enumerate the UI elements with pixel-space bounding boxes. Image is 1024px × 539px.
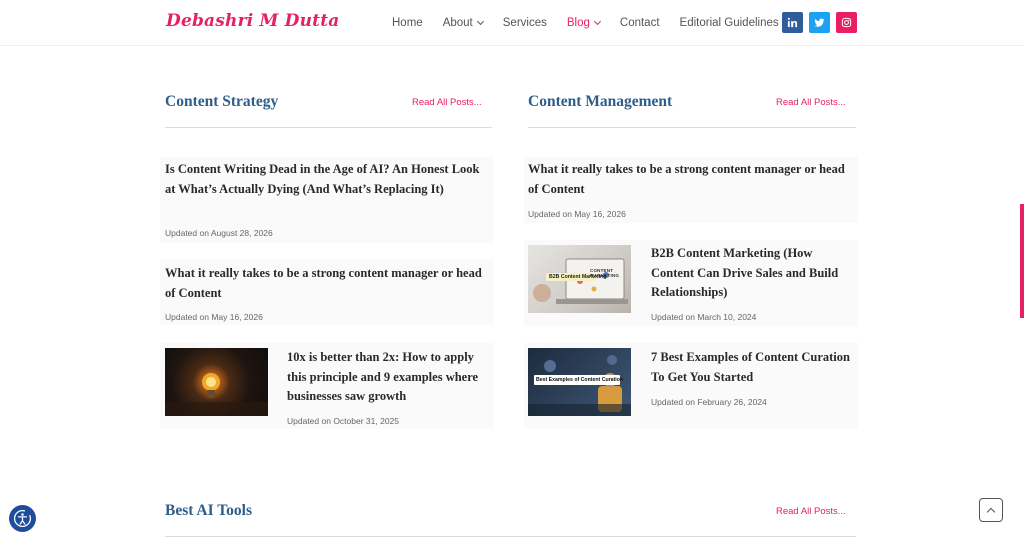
post-date: Updated on October 31, 2025 <box>287 416 399 426</box>
post-title-link[interactable]: 7 Best Examples of Content Curation To G… <box>651 348 856 387</box>
site-logo[interactable]: Debashri M Dutta <box>166 11 339 31</box>
chevron-down-icon <box>476 17 484 26</box>
nav-label: About <box>442 17 473 29</box>
lightbulb-image <box>165 373 268 416</box>
post-title-link[interactable]: 10x is better than 2x: How to apply this… <box>287 348 492 407</box>
section-divider <box>165 127 492 128</box>
nav-label: Blog <box>566 17 590 29</box>
scroll-to-top-button[interactable] <box>979 498 1003 522</box>
instagram-icon <box>841 17 852 28</box>
twitter-button[interactable] <box>809 12 830 33</box>
section-divider <box>165 536 856 537</box>
site-header: Debashri M Dutta Home About Services Blo… <box>0 0 1024 46</box>
post-date: Updated on May 16, 2026 <box>165 312 263 322</box>
post-title-link[interactable]: B2B Content Marketing (How Content Can D… <box>651 244 856 303</box>
main-nav: Home About Services Blog Contact Editori… <box>392 0 799 46</box>
nav-item-services[interactable]: Services <box>503 17 547 29</box>
post-date: Updated on August 28, 2026 <box>165 228 273 238</box>
scroll-progress-bar <box>1020 204 1024 318</box>
post-title-link[interactable]: Is Content Writing Dead in the Age of AI… <box>165 160 490 199</box>
nav-item-blog[interactable]: Blog <box>566 17 601 29</box>
post-title-link[interactable]: What it really takes to be a strong cont… <box>528 160 853 199</box>
instagram-button[interactable] <box>836 12 857 33</box>
thumb-caption: B2B Content Marketing <box>549 274 607 280</box>
post-thumbnail-lightbulb[interactable] <box>165 348 268 416</box>
accessibility-button[interactable] <box>9 505 36 532</box>
nav-item-contact[interactable]: Contact <box>620 17 660 29</box>
nav-item-home[interactable]: Home <box>392 17 423 29</box>
nav-label: Contact <box>619 17 660 29</box>
post-thumbnail-curation[interactable]: Best Examples of Content Curation <box>528 348 631 416</box>
twitter-icon <box>814 18 825 27</box>
nav-item-editorial-guidelines[interactable]: Editorial Guidelines <box>680 17 779 29</box>
post-date: Updated on February 26, 2024 <box>651 397 767 407</box>
nav-label: Editorial Guidelines <box>679 17 779 29</box>
chevron-down-icon <box>593 17 601 26</box>
post-date: Updated on May 16, 2026 <box>528 209 626 219</box>
chevron-up-icon <box>986 507 996 516</box>
nav-label: Services <box>502 17 547 29</box>
post-title-link[interactable]: What it really takes to be a strong cont… <box>165 264 490 303</box>
section-title-best-ai-tools: Best AI Tools <box>165 502 253 519</box>
accessibility-icon <box>13 509 32 528</box>
nav-item-about[interactable]: About <box>442 17 484 29</box>
post-date: Updated on March 10, 2024 <box>651 312 757 322</box>
nav-label: Home <box>392 17 423 29</box>
section-title-content-strategy: Content Strategy <box>165 93 279 110</box>
read-all-posts-link[interactable]: Read All Posts... <box>776 506 846 517</box>
linkedin-icon <box>787 17 798 28</box>
section-title-content-management: Content Management <box>528 93 673 110</box>
section-divider <box>528 127 856 128</box>
linkedin-button[interactable] <box>782 12 803 33</box>
read-all-posts-link[interactable]: Read All Posts... <box>412 97 482 108</box>
read-all-posts-link[interactable]: Read All Posts... <box>776 97 846 108</box>
post-thumbnail-b2b[interactable]: CONTENT MARKETING B2B Content Marketing <box>528 245 631 313</box>
thumb-caption: Best Examples of Content Curation <box>536 377 624 383</box>
